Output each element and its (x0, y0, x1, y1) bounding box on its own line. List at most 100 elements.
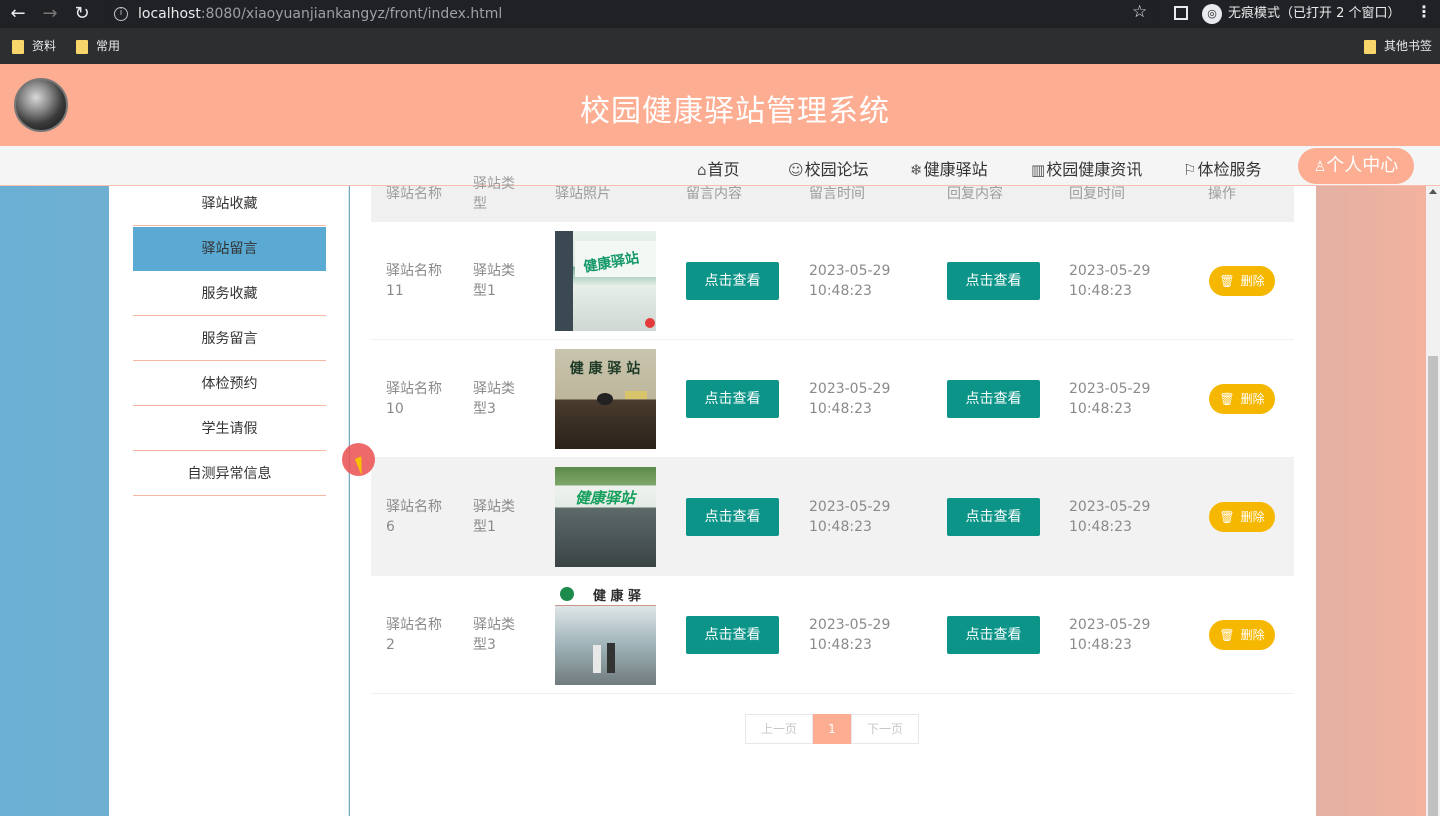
user-icon: ♙ (1313, 159, 1327, 175)
view-reply-button[interactable]: 点击查看 (947, 498, 1040, 536)
side-panel-icon[interactable] (1174, 6, 1188, 20)
message-time: 2023-05-29 10:48:23 (809, 263, 891, 299)
view-message-button[interactable]: 点击查看 (686, 498, 779, 536)
scrollbar-thumb[interactable] (1428, 356, 1438, 816)
reload-icon[interactable]: ↻ (70, 2, 94, 26)
table-row: 驿站名称 10 驿站类 型3 健 康 驿 站 点击查看 2023-05-29 10:4… (371, 340, 1294, 458)
trash-icon: 🗑 (1219, 274, 1235, 288)
main-content: 驿站名称 驿站类型 驿站照片 留言内容 留言时间 回复内容 回复时间 操作 驿站… (350, 176, 1316, 816)
incognito-icon: ◎ (1202, 3, 1222, 24)
sidebar-item-service-messages[interactable]: 服务留言 (133, 317, 326, 361)
col-station-photo: 驿站照片 (555, 186, 611, 202)
incognito-label: 无痕模式（已打开 2 个窗口） (1228, 6, 1401, 21)
view-message-button[interactable]: 点击查看 (686, 262, 779, 300)
back-arrow-icon[interactable]: ← (6, 2, 30, 26)
bookmark-folder[interactable]: 常用 (76, 38, 120, 54)
delete-button[interactable]: 🗑 删除 (1209, 384, 1275, 414)
delete-button[interactable]: 🗑 删除 (1209, 620, 1275, 650)
menu-kebab-icon[interactable]: ⋮ (1416, 2, 1432, 21)
forward-arrow-icon[interactable]: → (38, 2, 62, 26)
nav-health-news[interactable]: ▥校园健康资讯 (1031, 156, 1142, 180)
prev-page-button[interactable]: 上一页 (745, 714, 813, 744)
sidebar: 驿站收藏 驿站留言 服务收藏 服务留言 体检预约 学生请假 自测异常信息 (109, 186, 349, 816)
snowflake-icon: ❄ (910, 161, 923, 179)
svg-text:健 康 驿 站: 健 康 驿 站 (570, 360, 641, 377)
col-actions: 操作 (1208, 186, 1236, 202)
station-photo-image: 健 康 驿 (555, 585, 656, 673)
news-icon: ▥ (1031, 161, 1046, 179)
site-header: 校园健康驿站管理系统 (0, 64, 1440, 146)
station-photo[interactable]: 健康驿站 (555, 467, 656, 567)
station-photo-image: 健康驿站 (575, 489, 638, 507)
top-nav: ⌂首页 ☺校园论坛 ❄健康驿站 ▥校园健康资讯 ⚐体检服务 ♙个人中心 (0, 146, 1440, 186)
page-scrollbar[interactable] (1426, 186, 1440, 816)
station-name: 驿站名称 6 (386, 499, 442, 535)
home-icon: ⌂ (697, 161, 707, 179)
reply-time: 2023-05-29 10:48:23 (1069, 381, 1151, 417)
station-photo-image: 健 康 驿 站 (570, 360, 647, 405)
address-bar[interactable]: i localhost:8080/xiaoyuanjiankangyz/fron… (104, 2, 1158, 26)
sidebar-item-station-favorites[interactable]: 驿站收藏 (133, 182, 326, 226)
sidebar-item-service-favorites[interactable]: 服务收藏 (133, 272, 326, 316)
bookmark-folder[interactable]: 资料 (12, 38, 56, 54)
table-row: 驿站名称 2 驿站类 型3 健 康 驿 点击查看 2023-05-29 10:48:2… (371, 576, 1294, 694)
user-center-button[interactable]: ♙个人中心 (1298, 148, 1414, 184)
info-icon[interactable]: i (114, 7, 128, 21)
reply-time: 2023-05-29 10:48:23 (1069, 499, 1151, 535)
trash-icon: 🗑 (1219, 628, 1235, 642)
view-message-button[interactable]: 点击查看 (686, 380, 779, 418)
station-type: 驿站类 型1 (473, 499, 515, 535)
table-row: 驿站名称 11 驿站类 型1 健康驿站 点击查看 2023-05-29 10:48:2… (371, 222, 1294, 340)
station-photo-image: 健康驿站 (555, 231, 656, 331)
table-header: 驿站名称 驿站类型 驿站照片 留言内容 留言时间 回复内容 回复时间 操作 (371, 176, 1294, 222)
page-number-current[interactable]: 1 (813, 714, 851, 744)
svg-text:健康驿站: 健康驿站 (575, 489, 638, 507)
col-reply-time: 回复时间 (1069, 186, 1125, 202)
incognito-indicator[interactable]: ◎ 无痕模式（已打开 2 个窗口） (1202, 3, 1401, 25)
sidebar-item-checkup-booking[interactable]: 体检预约 (133, 362, 326, 406)
station-type: 驿站类 型3 (473, 617, 515, 653)
folder-icon (1364, 39, 1376, 54)
col-message: 留言内容 (686, 186, 742, 202)
col-station-name: 驿站名称 (386, 186, 442, 202)
table-row: 驿站名称 6 驿站类 型1 健康驿站 点击查看 2023-05-29 10:48:23… (371, 458, 1294, 576)
message-time: 2023-05-29 10:48:23 (809, 617, 891, 653)
reply-time: 2023-05-29 10:48:23 (1069, 263, 1151, 299)
station-photo[interactable]: 健 康 驿 站 (555, 349, 656, 449)
sidebar-item-student-leave[interactable]: 学生请假 (133, 407, 326, 451)
view-reply-button[interactable]: 点击查看 (947, 380, 1040, 418)
nav-checkup-service[interactable]: ⚐体检服务 (1183, 156, 1261, 180)
svg-text:健 康 驿: 健 康 驿 (593, 588, 642, 604)
nav-health-station[interactable]: ❄健康驿站 (910, 156, 988, 180)
folder-icon (76, 39, 88, 54)
next-page-button[interactable]: 下一页 (851, 714, 919, 744)
station-name: 驿站名称 2 (386, 617, 442, 653)
station-photo[interactable]: 健康驿站 (555, 231, 656, 331)
browser-tabbar: ← → ↻ i localhost:8080/xiaoyuanjiankangy… (0, 0, 1440, 28)
view-reply-button[interactable]: 点击查看 (947, 262, 1040, 300)
reply-time: 2023-05-29 10:48:23 (1069, 617, 1151, 653)
nav-home[interactable]: ⌂首页 (697, 156, 740, 180)
sidebar-item-station-messages[interactable]: 驿站留言 (133, 227, 326, 271)
trash-icon: 🗑 (1219, 392, 1235, 406)
folder-icon (12, 39, 24, 54)
message-time: 2023-05-29 10:48:23 (809, 499, 891, 535)
sidebar-item-self-test-abnormal[interactable]: 自测异常信息 (133, 452, 326, 496)
scroll-up-arrow-icon[interactable] (1429, 189, 1437, 194)
station-photo[interactable]: 健 康 驿 (555, 585, 656, 685)
forum-icon: ☺ (788, 161, 804, 179)
station-type: 驿站类 型1 (473, 263, 515, 299)
view-message-button[interactable]: 点击查看 (686, 616, 779, 654)
station-name: 驿站名称 10 (386, 381, 442, 417)
bookmark-star-icon[interactable]: ☆ (1132, 2, 1147, 22)
other-bookmarks[interactable]: 其他书签 (1364, 38, 1432, 54)
nav-forum[interactable]: ☺校园论坛 (788, 156, 869, 180)
trash-icon: 🗑 (1219, 510, 1235, 524)
col-reply: 回复内容 (947, 186, 1003, 202)
col-message-time: 留言时间 (809, 186, 865, 202)
flag-icon: ⚐ (1183, 161, 1197, 179)
delete-button[interactable]: 🗑 删除 (1209, 266, 1275, 296)
delete-button[interactable]: 🗑 删除 (1209, 502, 1275, 532)
site-title: 校园健康驿站管理系统 (580, 94, 890, 129)
view-reply-button[interactable]: 点击查看 (947, 616, 1040, 654)
